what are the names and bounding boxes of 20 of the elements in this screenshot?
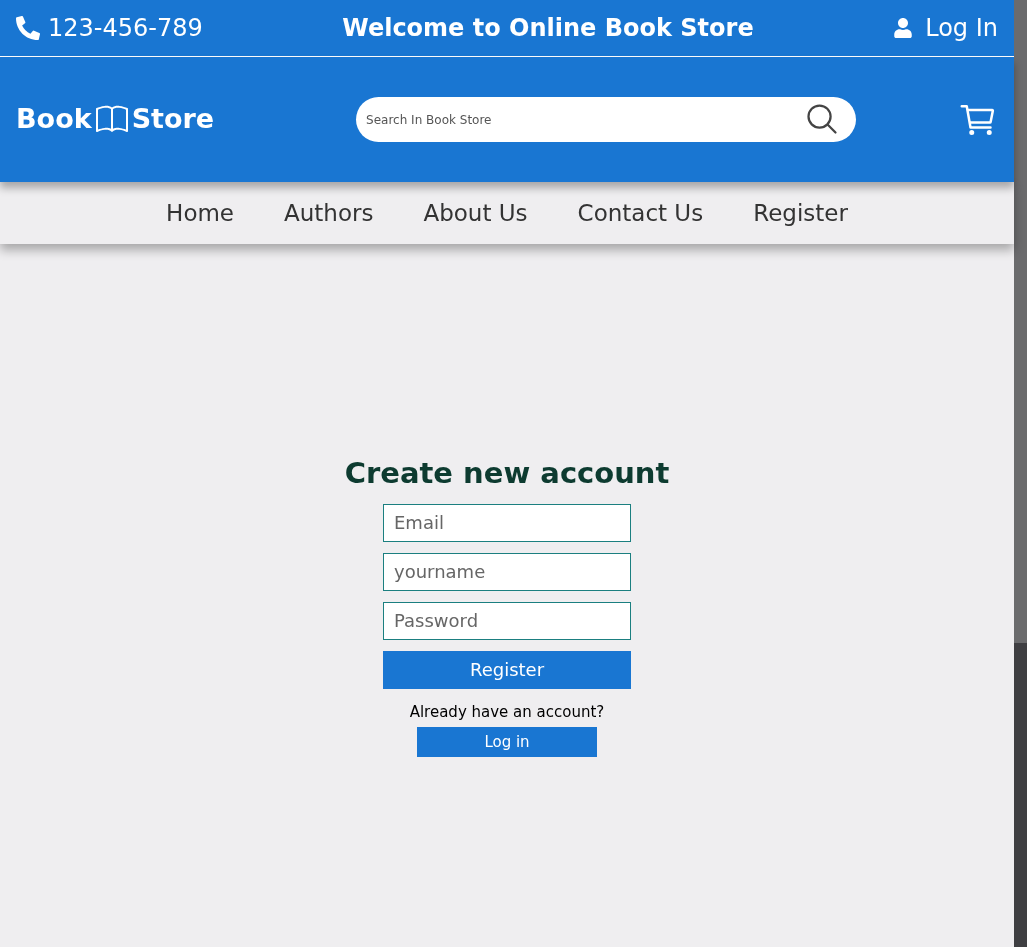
input-field[interactable]: Email [383, 503, 631, 542]
login-button[interactable]: Log in [417, 727, 597, 757]
login-link[interactable]: Log In [893, 10, 998, 46]
phone-icon [16, 16, 40, 40]
nav-link[interactable]: Register [753, 195, 848, 231]
register-button[interactable]: Register [383, 650, 631, 689]
input-field[interactable]: yourname [383, 552, 631, 591]
login-prompt: Already have an account? [409, 701, 605, 723]
welcome-text: Welcome to Online Book Store [342, 13, 754, 44]
phone-number: 123-456-789 [48, 13, 203, 44]
form-title: Create new account [344, 455, 670, 492]
search-field[interactable]: Search In Book Store [356, 97, 857, 142]
scrollbar[interactable] [1014, 0, 1027, 947]
nav-link[interactable]: Home [166, 195, 234, 231]
nav-link[interactable]: Contact Us [577, 195, 704, 231]
nav-link[interactable]: Authors [284, 195, 374, 231]
input-field[interactable]: Password [383, 601, 631, 640]
nav-link[interactable]: About Us [423, 195, 528, 231]
user-icon [893, 18, 914, 38]
logo[interactable]: Book Store [16, 99, 215, 140]
